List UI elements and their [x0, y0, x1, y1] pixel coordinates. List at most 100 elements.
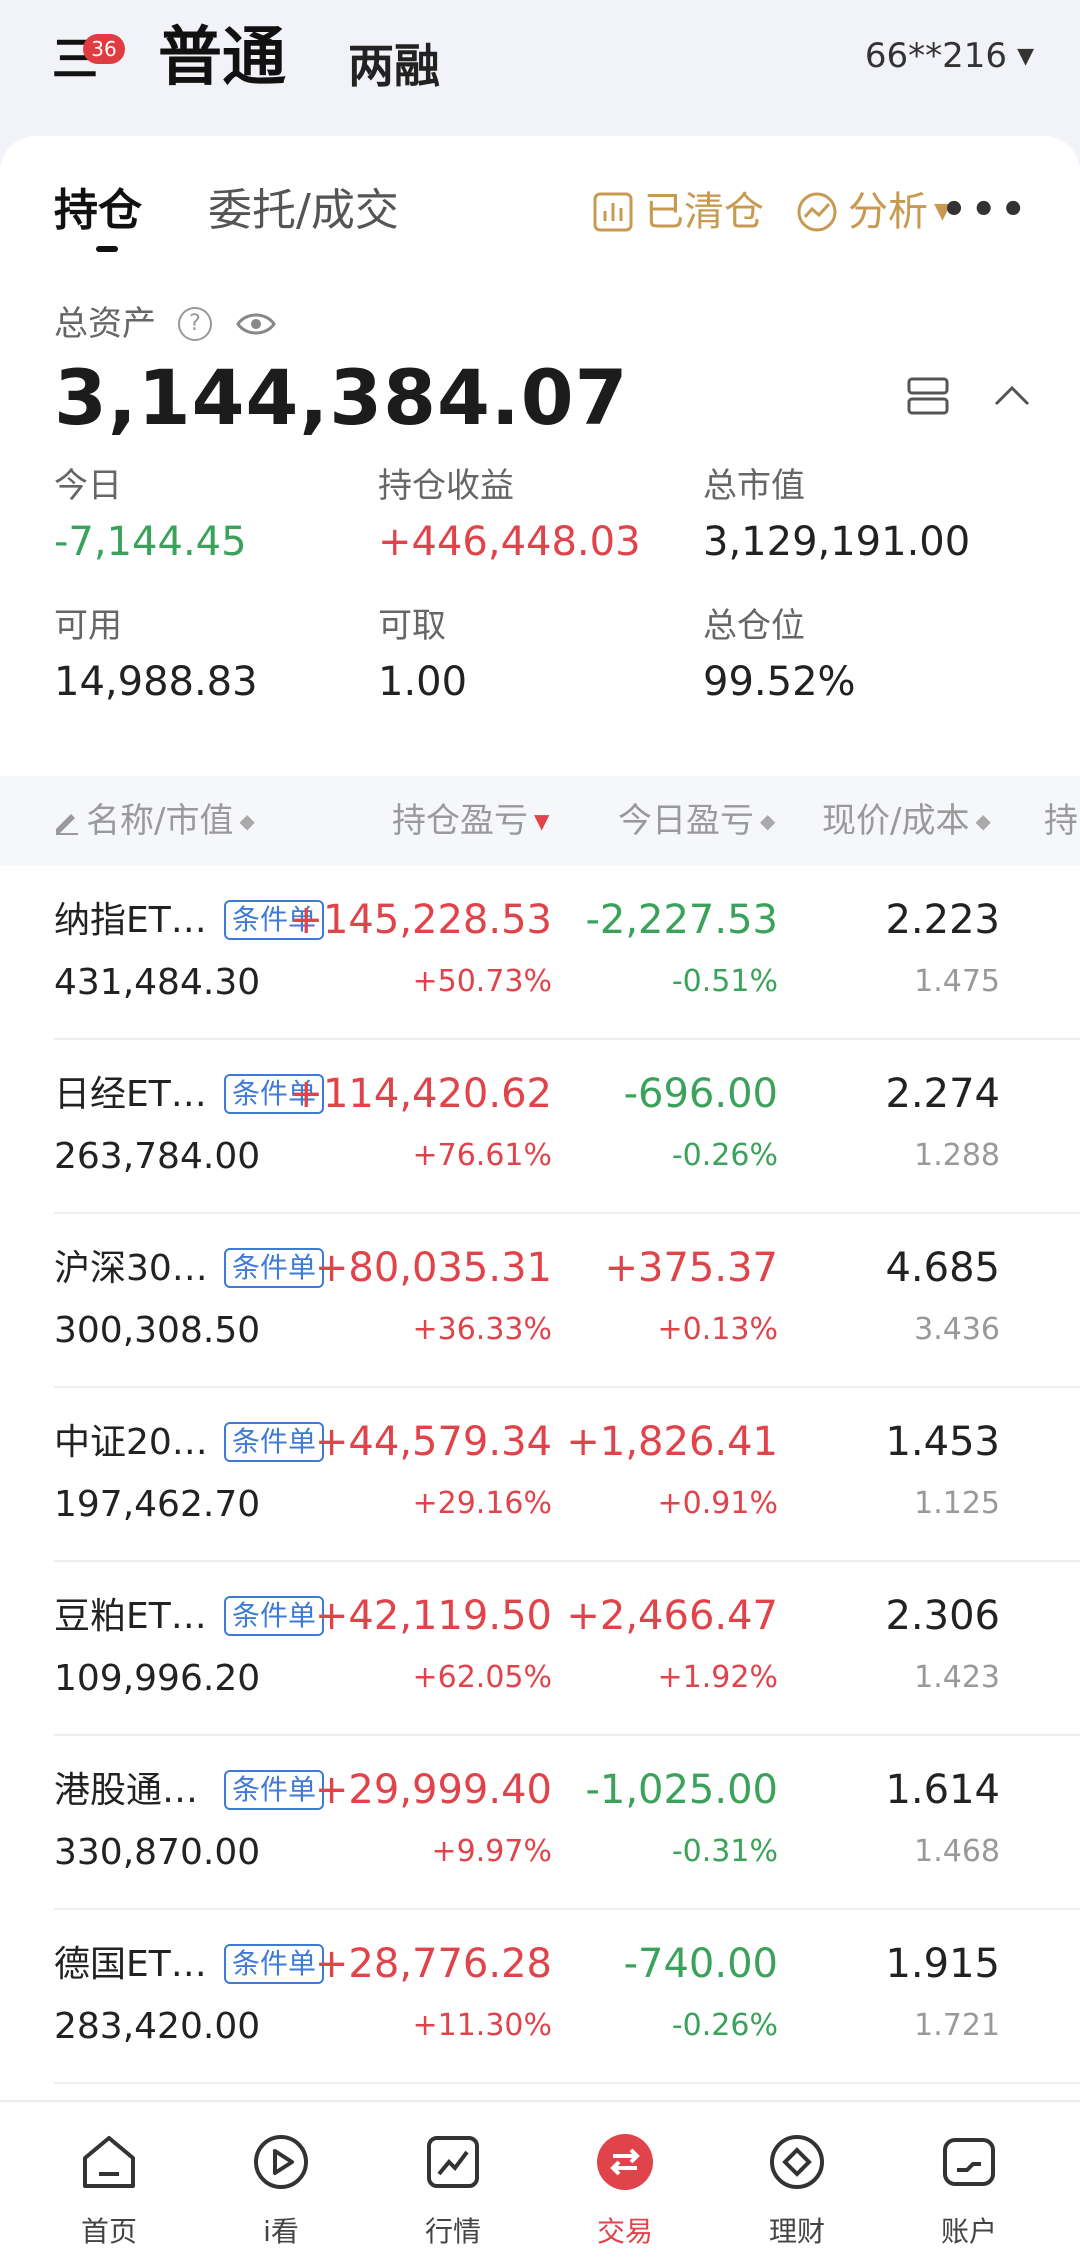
bottom-navigation: 首页 i看 行情 交易 理财 账户: [0, 2100, 1080, 2264]
mode-tab-margin[interactable]: 两融: [348, 36, 440, 96]
column-header-today-pl[interactable]: 今日盈亏 ◆: [618, 776, 775, 866]
nav-watch[interactable]: i看: [216, 2102, 346, 2264]
holding-name: 日经ET…: [54, 1074, 207, 1115]
holding-pl-percent: +50.73%: [412, 964, 552, 999]
current-price: 2.306: [885, 1593, 1000, 1639]
nav-label: 账户: [940, 2215, 997, 2248]
analysis-button[interactable]: 分析 ▼: [796, 184, 951, 240]
holding-name: 纳指ET…: [54, 900, 207, 941]
total-assets-label-row: 总资产 ?: [54, 302, 276, 346]
holding-row[interactable]: 港股通… 条件单 330,870.00 +29,999.40 +9.97% -1,025.…: [0, 1736, 1080, 1910]
bar-chart-icon: [593, 192, 633, 232]
today-pl-percent: -0.26%: [671, 2008, 778, 2043]
condition-order-tag[interactable]: 条件单: [224, 1944, 325, 1984]
holding-row[interactable]: 德国ET… 条件单 283,420.00 +28,776.28 +11.30% -740.…: [0, 1910, 1080, 2084]
cost-price: 1.423: [914, 1660, 1000, 1695]
holding-row[interactable]: 日经ET… 条件单 263,784.00 +114,420.62 +76.61% -696…: [0, 1040, 1080, 1214]
nav-market[interactable]: 行情: [388, 2102, 518, 2264]
stat-value: 1.00: [378, 659, 468, 705]
holding-pl-percent: +62.05%: [412, 1660, 552, 1695]
holding-pl-value: +145,228.53: [289, 897, 552, 943]
tab-holdings[interactable]: 持仓: [54, 176, 142, 246]
condition-order-tag[interactable]: 条件单: [224, 1596, 325, 1636]
holding-row[interactable]: 沪深30… 条件单 300,308.50 +80,035.31 +36.33% +375.…: [0, 1214, 1080, 1388]
chevron-up-icon[interactable]: [992, 376, 1032, 416]
sort-desc-icon: ▼: [534, 809, 550, 833]
analysis-trend-icon: [797, 192, 837, 232]
current-price: 1.614: [885, 1767, 1000, 1813]
sort-icon: ◆: [975, 809, 991, 833]
cleared-positions-button[interactable]: 已清仓: [592, 184, 764, 240]
column-header-name-label: 名称/市值: [86, 801, 234, 841]
cost-price: 3.436: [914, 1312, 1000, 1347]
chevron-down-icon: ▼: [1017, 44, 1034, 69]
nav-label: 首页: [80, 2215, 137, 2248]
eye-icon[interactable]: [236, 310, 276, 338]
column-header-holding-pl[interactable]: 持仓盈亏 ▼: [392, 776, 549, 866]
menu-button[interactable]: 三 36: [52, 34, 125, 86]
condition-order-tag[interactable]: 条件单: [224, 1770, 325, 1810]
mode-tab-normal[interactable]: 普通: [158, 18, 286, 98]
holding-row[interactable]: 纳指ET… 条件单 431,484.30 +145,228.53 +50.73% -2,2…: [0, 866, 1080, 1040]
nav-wealth[interactable]: 理财: [732, 2102, 862, 2264]
nav-label: 行情: [424, 2215, 481, 2248]
cost-price: 1.468: [914, 1834, 1000, 1869]
current-price: 2.223: [885, 897, 1000, 943]
notification-badge: 36: [83, 34, 125, 64]
wealth-diamond-icon: [770, 2135, 824, 2189]
holding-pl-percent: +9.97%: [431, 1834, 552, 1869]
nav-home[interactable]: 首页: [44, 2102, 174, 2264]
tab-orders-trades[interactable]: 委托/成交: [208, 176, 399, 246]
today-pl-value: +375.37: [604, 1245, 778, 1291]
column-header-holding-pl-label: 持仓盈亏: [392, 801, 528, 841]
holding-pl-value: +28,776.28: [314, 1941, 552, 1987]
current-price: 1.453: [885, 1419, 1000, 1465]
condition-order-tag[interactable]: 条件单: [224, 1248, 325, 1288]
stat-label: 今日: [54, 466, 122, 506]
nav-trade[interactable]: 交易: [560, 2102, 690, 2264]
holding-market-value: 263,784.00: [54, 1136, 261, 1177]
home-icon: [83, 2136, 135, 2188]
market-chart-icon: [427, 2136, 479, 2188]
holding-pl-percent: +29.16%: [412, 1486, 552, 1521]
cost-price: 1.125: [914, 1486, 1000, 1521]
current-price: 1.915: [885, 1941, 1000, 1987]
holding-row[interactable]: 中证20… 条件单 197,462.70 +44,579.34 +29.16% +1,82…: [0, 1388, 1080, 1562]
current-price: 2.274: [885, 1071, 1000, 1117]
column-header-price-cost[interactable]: 现价/成本 ◆: [822, 776, 991, 866]
row-divider: [54, 2082, 1080, 2084]
today-pl-value: -740.00: [623, 1941, 778, 1987]
today-pl-percent: -0.51%: [671, 964, 778, 999]
column-header-today-pl-label: 今日盈亏: [618, 801, 754, 841]
more-options-icon[interactable]: •••: [941, 188, 1030, 232]
nav-account[interactable]: 账户: [904, 2102, 1034, 2264]
today-pl-percent: +1.92%: [657, 1660, 778, 1695]
layout-toggle-icon[interactable]: [906, 376, 950, 416]
cost-price: 1.721: [914, 2008, 1000, 2043]
column-header-name[interactable]: 名称/市值 ◆: [52, 776, 255, 866]
holding-market-value: 330,870.00: [54, 1832, 261, 1873]
stat-position-ratio: 总仓位 99.52%: [703, 604, 856, 710]
help-icon[interactable]: ?: [178, 307, 212, 341]
sort-icon: ◆: [239, 809, 255, 833]
holdings-tabs: 持仓 委托/成交 已清仓 分析 ▼ •••: [0, 176, 1080, 256]
holding-name: 德国ET…: [54, 1944, 207, 1985]
condition-order-tag[interactable]: 条件单: [224, 1422, 325, 1462]
current-price: 4.685: [885, 1245, 1000, 1291]
nav-label: 交易: [596, 2215, 653, 2248]
total-assets-value: 3,144,384.07: [54, 353, 629, 442]
top-bar: 三 36 普通 两融 66**216 ▼: [0, 0, 1080, 140]
today-pl-value: -2,227.53: [585, 897, 778, 943]
account-number: 66**216: [864, 36, 1008, 76]
holding-row[interactable]: 豆粕ET… 条件单 109,996.20 +42,119.50 +62.05% +2,46…: [0, 1562, 1080, 1736]
active-tab-indicator: [96, 246, 118, 252]
holding-pl-percent: +36.33%: [412, 1312, 552, 1347]
column-header-overflow[interactable]: 持: [1044, 776, 1078, 866]
holding-name: 港股通…: [54, 1770, 199, 1811]
account-selector[interactable]: 66**216 ▼: [865, 34, 1034, 79]
analysis-label: 分析: [848, 189, 928, 235]
stat-value: +446,448.03: [378, 519, 641, 565]
today-pl-value: +2,466.47: [566, 1593, 778, 1639]
holding-market-value: 300,308.50: [54, 1310, 261, 1351]
edit-pencil-icon: [56, 814, 78, 835]
